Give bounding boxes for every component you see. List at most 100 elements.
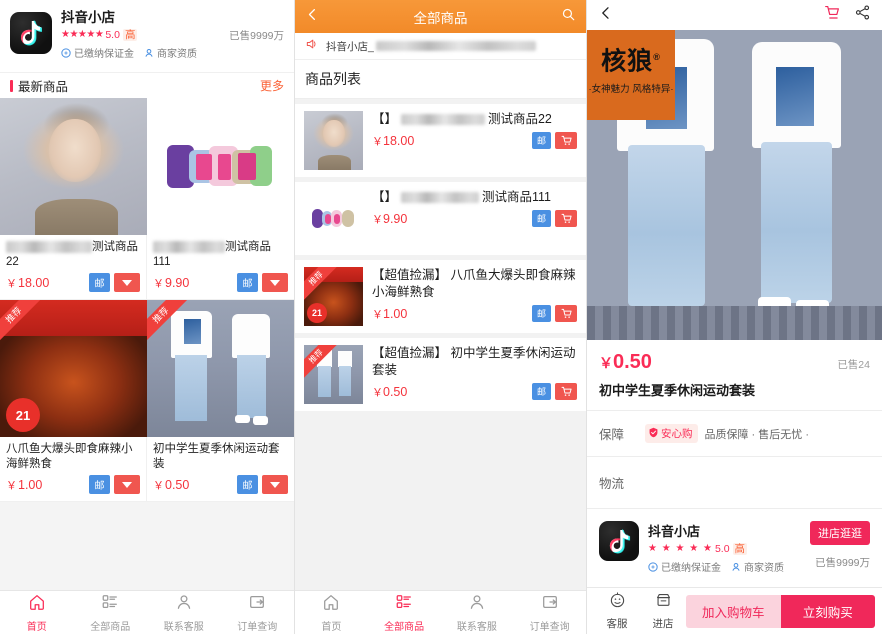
- product-actions: 邮: [532, 210, 577, 227]
- person-check-icon: [144, 48, 154, 58]
- product-thumbnail[interactable]: 21 推荐: [0, 300, 147, 437]
- deposit-badge-label: 已缴纳保证金: [74, 49, 134, 60]
- chevron-left-icon[interactable]: [305, 7, 320, 27]
- list-item[interactable]: 【】 测试商品111 ￥9.90 邮: [295, 182, 586, 255]
- sidebar-item-contact-service[interactable]: 联系客服: [147, 593, 221, 633]
- sidebar-item-home[interactable]: 首页: [295, 593, 368, 633]
- guarantee-description: 品质保障 · 售后无忧 ·: [704, 428, 810, 441]
- product-card[interactable]: 21 推荐 八爪鱼大爆头即食麻辣小海鲜熟食 ￥1.00 邮: [0, 300, 147, 502]
- product-footer: ￥9.90 邮: [147, 273, 294, 299]
- shop-card[interactable]: 抖音小店 ★ ★ ★ ★ ★ 5.0 高 已缴纳保证金 商家资质 进店逛逛 已售…: [587, 509, 882, 584]
- list-item-footer: ￥1.00 邮: [372, 305, 577, 322]
- price-row: ￥0.50 已售24: [587, 340, 882, 377]
- person-check-icon: [731, 562, 741, 572]
- expand-button[interactable]: [114, 475, 140, 494]
- bottom-tabbar: 首页 全部商品 联系客服 订单查询: [295, 590, 586, 634]
- product-title-prefix: 【】: [372, 112, 398, 126]
- cart-icon[interactable]: [824, 4, 841, 26]
- list-item[interactable]: 推荐 【超值捡漏】 初中学生夏季休闲运动套装 ￥0.50 邮: [295, 338, 586, 411]
- product-card[interactable]: 推荐 初中学生夏季休闲运动套装 ￥0.50 邮: [147, 300, 294, 502]
- expand-button[interactable]: [262, 273, 288, 292]
- free-shipping-badge[interactable]: 邮: [237, 273, 258, 292]
- deposit-badge: 已缴纳保证金: [61, 45, 134, 60]
- notice-shop-name: 抖音小店_: [326, 40, 374, 53]
- product-card[interactable]: 测试商品111 ￥9.90 邮: [147, 98, 294, 300]
- free-shipping-badge[interactable]: 邮: [532, 210, 551, 227]
- home-icon: [28, 593, 46, 616]
- sidebar-item-home[interactable]: 首页: [0, 593, 74, 633]
- product-price: ￥18.00: [6, 275, 50, 290]
- product-price: ￥0.50: [599, 351, 652, 373]
- product-title-prefix: 【】: [372, 190, 398, 204]
- registered-mark: ®: [653, 52, 661, 62]
- list-item[interactable]: 21 推荐 【超值捡漏】 八爪鱼大爆头即食麻辣小海鲜熟食 ￥1.00 邮: [295, 260, 586, 333]
- add-to-cart-button[interactable]: [555, 210, 577, 227]
- product-thumbnail[interactable]: 推荐: [304, 345, 363, 404]
- product-thumbnail[interactable]: [147, 98, 294, 235]
- add-to-cart-button[interactable]: [555, 132, 577, 149]
- tab-label: 订单查询: [237, 621, 278, 633]
- sidebar-item-order-lookup[interactable]: 订单查询: [221, 593, 295, 633]
- list-item-footer: ￥9.90 邮: [372, 210, 577, 227]
- free-shipping-badge[interactable]: 邮: [89, 475, 110, 494]
- guarantee-row[interactable]: 保障 安心购 品质保障 · 售后无忧 ·: [587, 411, 882, 456]
- sidebar-item-contact-service[interactable]: 联系客服: [441, 593, 514, 633]
- product-thumbnail[interactable]: 21 推荐: [304, 267, 363, 326]
- expand-button[interactable]: [262, 475, 288, 494]
- product-thumbnail[interactable]: [0, 98, 147, 235]
- buy-now-button[interactable]: 立刻购买: [780, 594, 875, 628]
- notice-bar: 抖音小店_: [295, 33, 586, 60]
- user-icon: [468, 593, 486, 616]
- product-price: ￥0.50: [153, 477, 190, 492]
- free-shipping-badge[interactable]: 邮: [89, 273, 110, 292]
- shop-badges: 已缴纳保证金 商家资质: [648, 559, 810, 574]
- list-item-footer: ￥18.00 邮: [372, 132, 577, 149]
- tab-label: 首页: [26, 621, 47, 633]
- product-thumbnail[interactable]: [304, 111, 363, 170]
- add-to-cart-button[interactable]: 加入购物车: [686, 594, 781, 628]
- headset-icon: [609, 591, 626, 614]
- sidebar-item-order-lookup[interactable]: 订单查询: [513, 593, 586, 633]
- customer-service-label: 客服: [606, 617, 628, 630]
- shop-home-panel: 抖音小店 ★★★★★ 5.0 高 已缴纳保证金 商家资质 已售9999万 最新商…: [0, 0, 294, 634]
- product-title: 【超值捡漏】 初中学生夏季休闲运动套装: [372, 346, 576, 377]
- shop-sold-count: 已售9999万: [229, 30, 284, 42]
- product-hero-image[interactable]: 核狼® ·女神魅力 风格特异·: [587, 30, 882, 340]
- product-price: ￥9.90: [153, 275, 190, 290]
- deposit-badge-label: 已缴纳保证金: [661, 563, 721, 574]
- star-rating-icons: ★★★★★: [61, 29, 104, 40]
- free-shipping-badge[interactable]: 邮: [532, 132, 551, 149]
- add-to-cart-button[interactable]: [555, 383, 577, 400]
- share-icon[interactable]: [854, 4, 871, 26]
- shop-info: 抖音小店 ★★★★★ 5.0 高 已缴纳保证金 商家资质: [52, 10, 229, 60]
- detail-topbar: [587, 0, 882, 30]
- free-shipping-badge[interactable]: 邮: [532, 383, 551, 400]
- more-link[interactable]: 更多: [260, 77, 284, 94]
- product-card[interactable]: 测试商品22 ￥18.00 邮: [0, 98, 147, 300]
- guarantee-tag-text: 安心购: [661, 428, 693, 440]
- chevron-left-icon[interactable]: [598, 5, 614, 26]
- product-thumbnail[interactable]: 推荐: [147, 300, 294, 437]
- search-icon[interactable]: [561, 7, 576, 27]
- logistics-row[interactable]: 物流: [587, 457, 882, 508]
- visit-shop-button[interactable]: 进店逛逛: [810, 521, 870, 545]
- free-shipping-badge[interactable]: 邮: [237, 475, 258, 494]
- chevron-down-icon: [122, 481, 132, 488]
- free-shipping-badge[interactable]: 邮: [532, 305, 551, 322]
- customer-service-button[interactable]: 客服: [594, 591, 640, 631]
- product-title-text: 测试商品22: [487, 112, 552, 126]
- detail-bottom-bar: 客服 进店 加入购物车 立刻购买: [587, 587, 882, 634]
- product-actions: 邮: [532, 305, 577, 322]
- product-title: 初中学生夏季休闲运动套装: [153, 443, 280, 470]
- sidebar-item-all-products[interactable]: 全部商品: [368, 593, 441, 633]
- shop-name: 抖音小店: [61, 10, 115, 25]
- sidebar-item-all-products[interactable]: 全部商品: [74, 593, 148, 633]
- list-item[interactable]: 【】 测试商品22 ￥18.00 邮: [295, 104, 586, 177]
- order-lookup-icon: [248, 593, 266, 616]
- product-thumbnail[interactable]: [304, 189, 363, 248]
- enter-store-button[interactable]: 进店: [640, 592, 686, 631]
- product-price: ￥1.00: [372, 306, 408, 321]
- add-to-cart-button[interactable]: [555, 305, 577, 322]
- product-actions: 邮: [89, 273, 140, 292]
- expand-button[interactable]: [114, 273, 140, 292]
